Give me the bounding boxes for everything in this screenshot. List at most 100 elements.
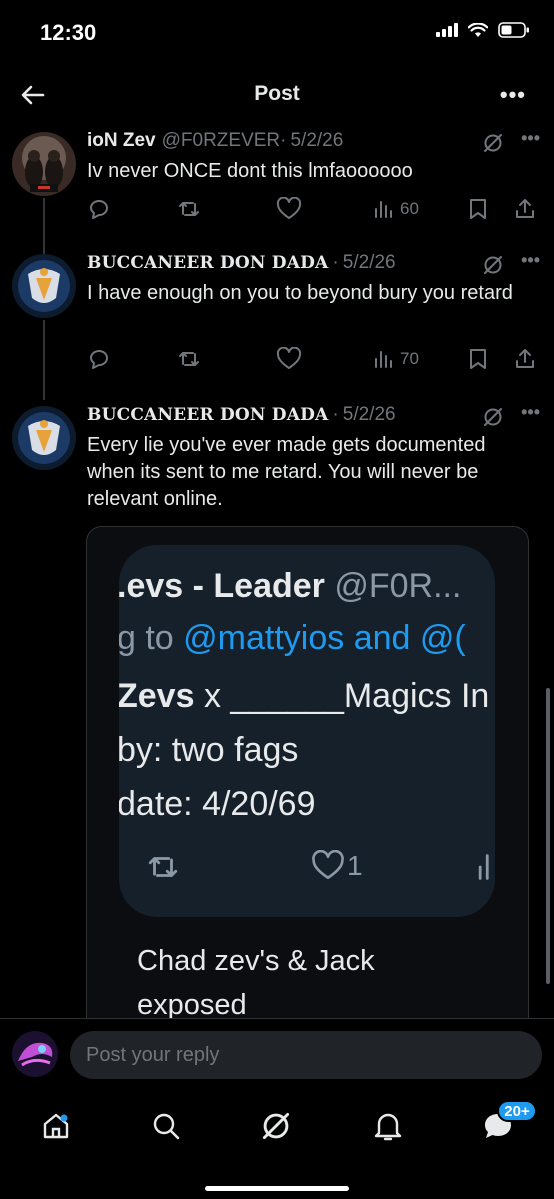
post-content: BUCCANEER DON DADA · 5/2/26 I have enoug… bbox=[87, 252, 536, 307]
bookmark-button[interactable] bbox=[467, 197, 489, 221]
repost-icon bbox=[148, 857, 178, 877]
share-button[interactable] bbox=[513, 197, 537, 221]
views-button[interactable]: 60 bbox=[372, 197, 419, 221]
author-handle[interactable]: @F0RZEVER bbox=[162, 130, 281, 152]
header: Post ••• bbox=[0, 70, 554, 120]
share-icon bbox=[516, 349, 534, 368]
notifications-icon bbox=[374, 1113, 402, 1141]
scrollbar[interactable] bbox=[546, 688, 550, 984]
post-more-button[interactable]: ••• bbox=[521, 128, 540, 149]
quoted-screenshot-image[interactable]: .evs - Leader @F0R... g to @mattyios and… bbox=[119, 545, 495, 917]
post-date: 5/2/26 bbox=[290, 130, 344, 151]
post-header: ioN Zev @F0RZEVER · 5/2/26 bbox=[87, 130, 536, 156]
media-caption: Chad zev's & Jack exposed bbox=[137, 945, 375, 1021]
grok-icon bbox=[262, 1112, 290, 1140]
like-button[interactable] bbox=[276, 347, 302, 371]
bookmark-icon bbox=[470, 199, 486, 219]
quoted-like: 1 bbox=[311, 850, 363, 882]
views-button[interactable]: 70 bbox=[372, 347, 419, 371]
post-text: Every lie you've ever made gets document… bbox=[87, 434, 486, 510]
battery-icon bbox=[498, 22, 529, 38]
more-options-button[interactable]: ••• bbox=[500, 82, 526, 108]
views-icon bbox=[375, 351, 392, 368]
post-1[interactable]: ioN Zev @F0RZEVER · 5/2/26 Iv never ONCE… bbox=[0, 128, 554, 254]
reply-icon bbox=[90, 350, 108, 369]
author-name[interactable]: BUCCANEER DON DADA bbox=[87, 405, 328, 425]
post-text: Iv never ONCE dont this lmfaoooooo bbox=[87, 160, 413, 182]
post-header: BUCCANEER DON DADA · 5/2/26 bbox=[87, 404, 536, 430]
views-icon bbox=[375, 201, 392, 218]
separator: · bbox=[280, 130, 287, 151]
quoted-handle: @F0R... bbox=[324, 567, 462, 605]
reply-input[interactable] bbox=[70, 1031, 542, 1079]
post-text: I have enough on you to beyond bury you … bbox=[87, 282, 513, 304]
action-bar: 70 bbox=[87, 344, 540, 374]
separator: · bbox=[332, 252, 339, 273]
user-avatar[interactable] bbox=[12, 1031, 58, 1077]
avatar[interactable] bbox=[12, 254, 76, 318]
repost-icon bbox=[179, 352, 199, 366]
action-bar: 60 bbox=[87, 194, 540, 224]
reply-button[interactable] bbox=[87, 197, 111, 221]
reply-icon bbox=[90, 200, 108, 219]
quoted-line-3-rest: x ______Magics In bbox=[194, 677, 490, 715]
post-more-button[interactable]: ••• bbox=[521, 402, 540, 423]
post-date: 5/2/26 bbox=[342, 404, 396, 425]
quoted-views bbox=[473, 850, 493, 884]
signal-icon bbox=[436, 23, 458, 37]
author-name[interactable]: ioN Zev bbox=[87, 130, 156, 152]
home-indicator bbox=[205, 1186, 349, 1191]
quoted-line-4: by: two fags bbox=[119, 731, 299, 769]
home-icon bbox=[43, 1113, 69, 1139]
like-button[interactable] bbox=[276, 197, 302, 221]
tab-grok[interactable] bbox=[256, 1106, 296, 1146]
messages-badge: 20+ bbox=[497, 1100, 537, 1122]
quoted-author: .evs - Leader bbox=[119, 567, 325, 605]
bookmark-icon bbox=[470, 349, 486, 369]
reply-button[interactable] bbox=[87, 347, 111, 371]
status-time: 12:30 bbox=[40, 20, 97, 45]
wifi-icon bbox=[468, 22, 488, 37]
quoted-replying-to: g to @mattyios and @( bbox=[119, 619, 466, 658]
views-count: 70 bbox=[400, 349, 419, 368]
quoted-line-5: date: 4/20/69 bbox=[119, 785, 316, 823]
grok-icon[interactable] bbox=[482, 406, 504, 428]
post-header: BUCCANEER DON DADA · 5/2/26 bbox=[87, 252, 536, 278]
grok-icon[interactable] bbox=[482, 254, 504, 276]
author-name[interactable]: BUCCANEER DON DADA bbox=[87, 253, 328, 273]
repost-button[interactable] bbox=[177, 197, 201, 221]
tab-search[interactable] bbox=[146, 1106, 186, 1146]
page-title: Post bbox=[254, 82, 300, 105]
reply-bar bbox=[0, 1018, 554, 1090]
separator: · bbox=[332, 404, 339, 425]
quoted-repost bbox=[143, 850, 183, 884]
post-content: BUCCANEER DON DADA · 5/2/26 Every lie yo… bbox=[87, 404, 536, 513]
post-content: ioN Zev @F0RZEVER · 5/2/26 Iv never ONCE… bbox=[87, 130, 536, 185]
repost-button[interactable] bbox=[177, 347, 201, 371]
status-bar: 12:30 bbox=[0, 0, 554, 70]
post-media-card[interactable]: .evs - Leader @F0R... g to @mattyios and… bbox=[86, 526, 529, 1046]
avatar[interactable] bbox=[12, 132, 76, 196]
post-more-button[interactable]: ••• bbox=[521, 250, 540, 271]
views-icon bbox=[478, 854, 489, 880]
share-icon bbox=[516, 199, 534, 218]
tab-home[interactable] bbox=[36, 1106, 76, 1146]
quoted-mentions: @mattyios and @( bbox=[183, 619, 466, 657]
post-2[interactable]: BUCCANEER DON DADA · 5/2/26 I have enoug… bbox=[0, 250, 554, 400]
like-icon bbox=[312, 850, 344, 880]
share-button[interactable] bbox=[513, 347, 537, 371]
bookmark-button[interactable] bbox=[467, 347, 489, 371]
avatar[interactable] bbox=[12, 406, 76, 470]
replying-to-text: g to bbox=[119, 619, 184, 657]
tab-notifications[interactable] bbox=[368, 1106, 408, 1146]
quoted-like-count: 1 bbox=[347, 850, 363, 881]
grok-icon[interactable] bbox=[482, 132, 504, 154]
status-icons bbox=[436, 22, 530, 38]
quoted-line-3: Zevs x ______Magics In bbox=[119, 677, 489, 716]
thread-line bbox=[43, 320, 45, 400]
views-count: 60 bbox=[400, 199, 419, 218]
thread-line bbox=[43, 198, 45, 254]
like-icon bbox=[276, 347, 302, 369]
like-icon bbox=[276, 197, 302, 219]
post-date: 5/2/26 bbox=[342, 252, 396, 273]
